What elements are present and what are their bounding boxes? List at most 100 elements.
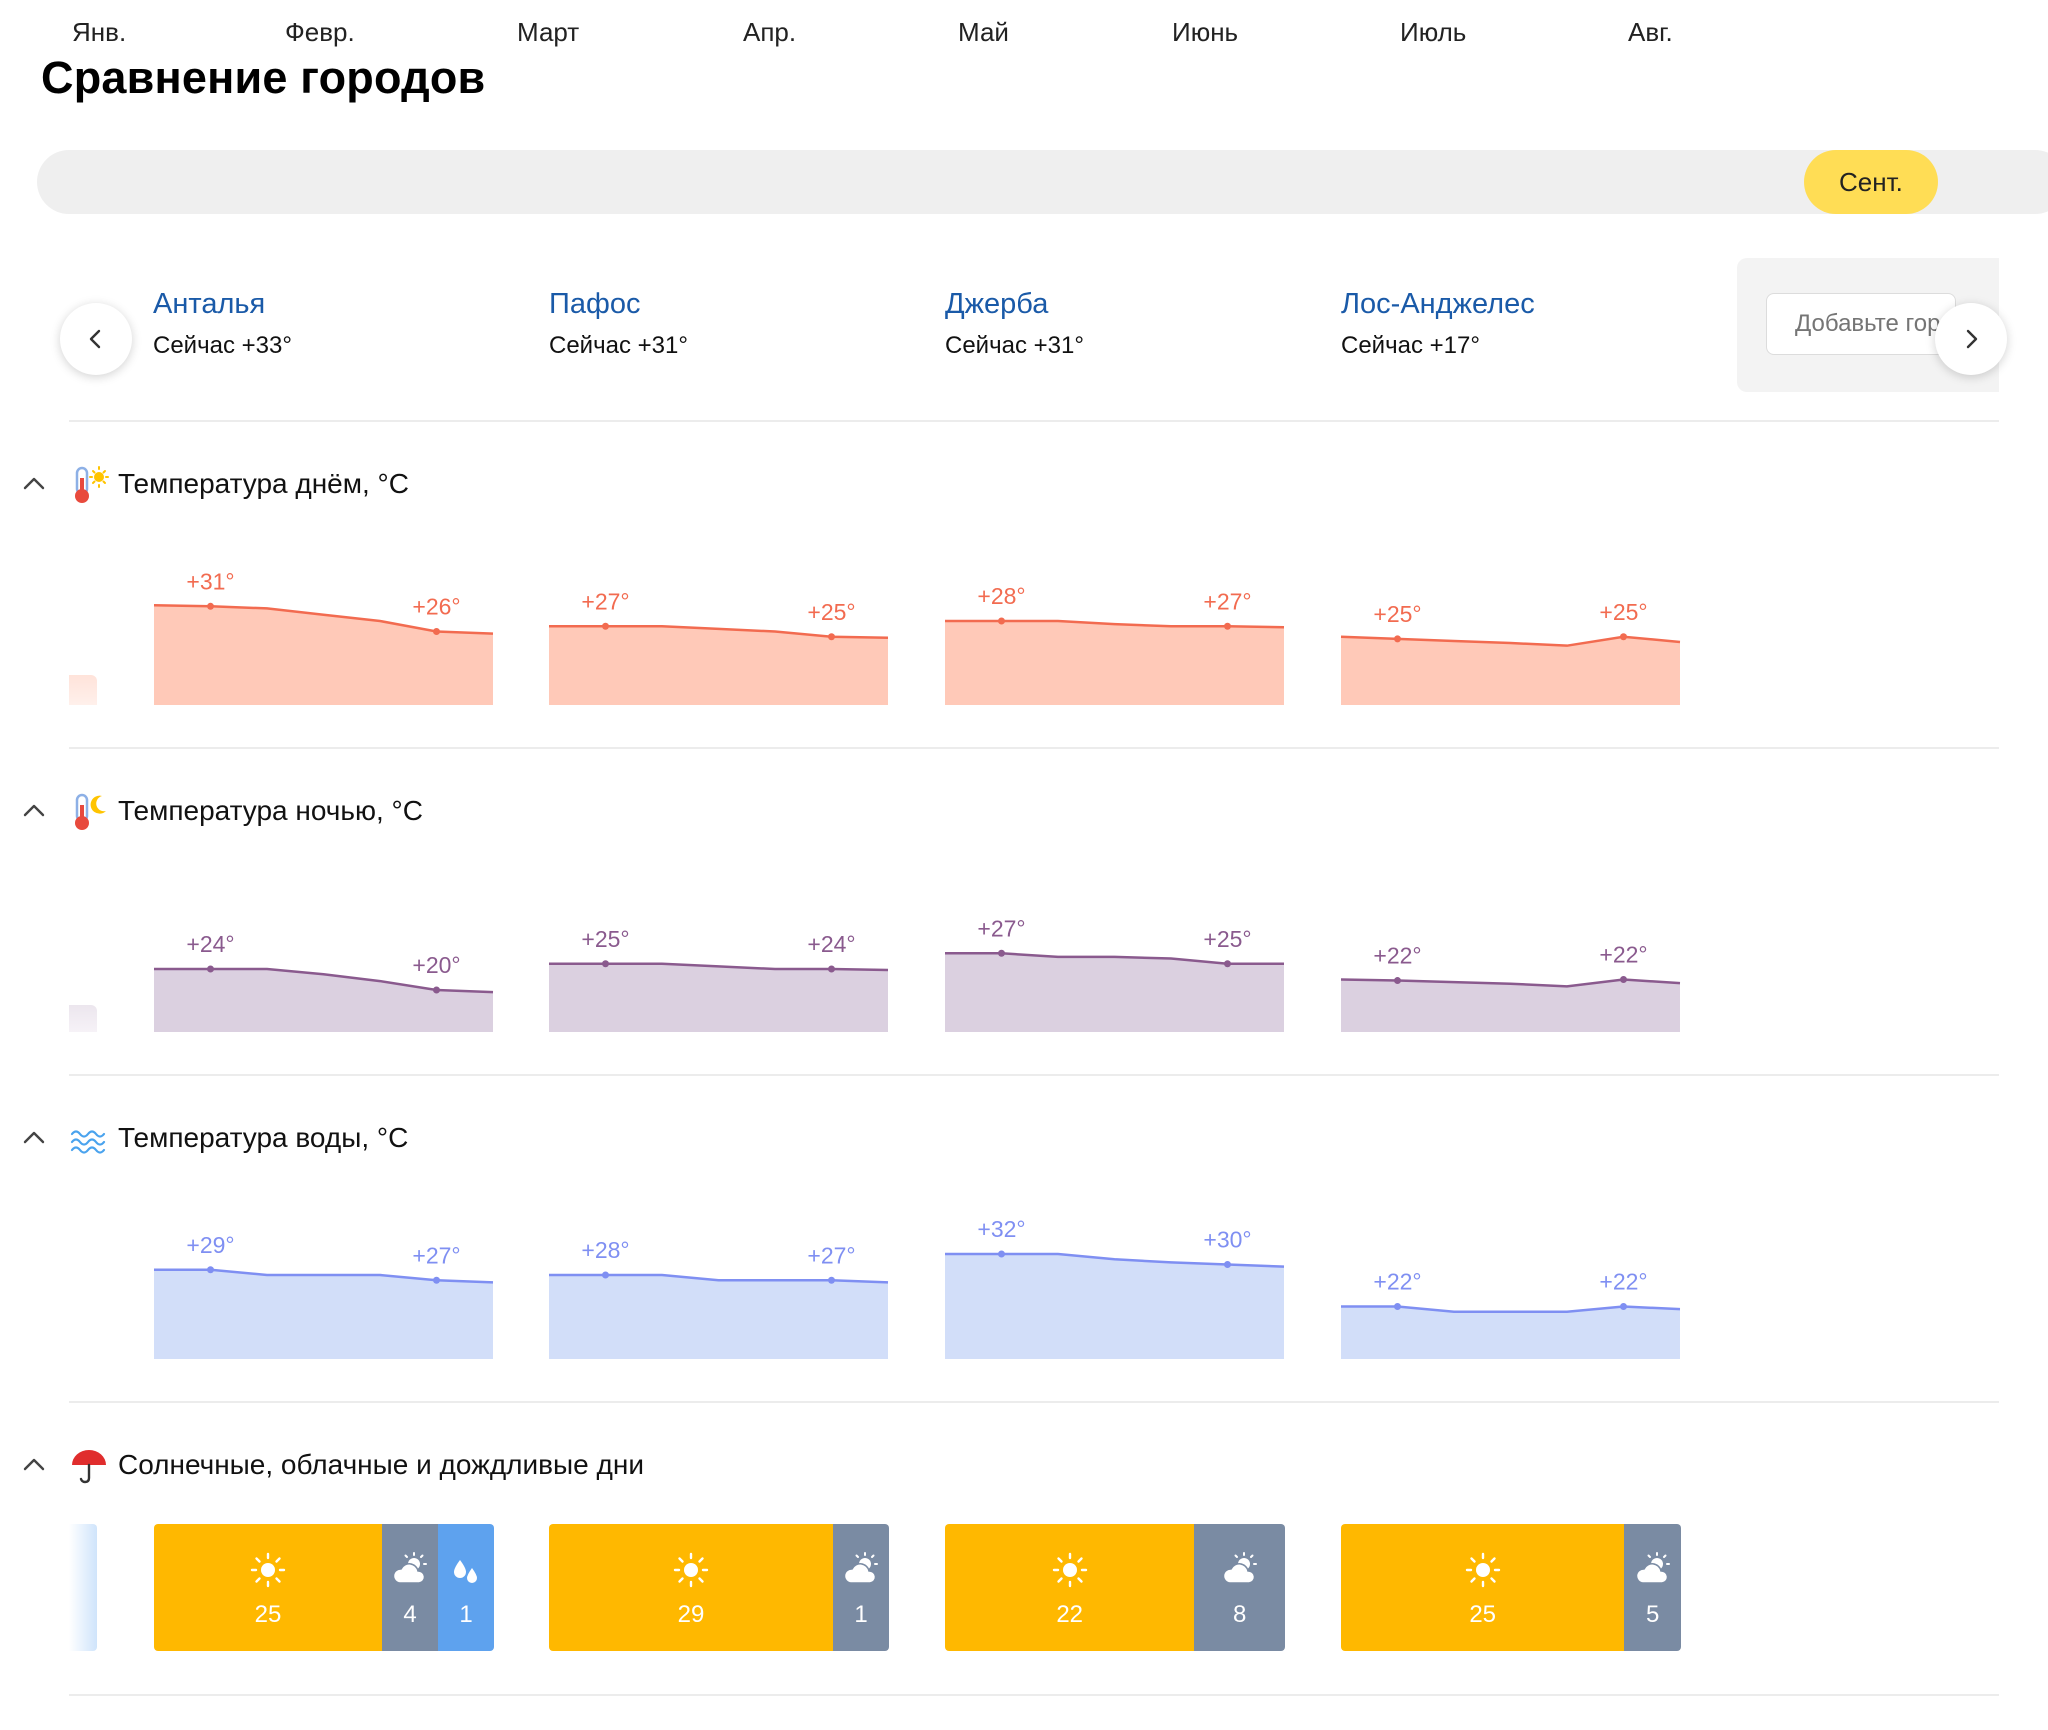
data-point (1394, 1303, 1401, 1310)
data-point (828, 965, 835, 973)
data-point (207, 965, 214, 973)
collapse-days-button[interactable] (20, 1451, 48, 1479)
section-title-water-temp: Температура воды, °C (118, 1122, 409, 1153)
data-label: +27° (977, 915, 1025, 941)
data-point (1224, 960, 1231, 968)
data-label: +27° (412, 1242, 460, 1268)
thermometer-sun-icon (75, 466, 109, 503)
cloudy-days-segment: 4 (382, 1524, 438, 1651)
collapse-water-temp-button[interactable] (20, 1124, 48, 1152)
sun-icon (1465, 1552, 1501, 1595)
prev-cities-button[interactable] (60, 303, 132, 375)
data-point (433, 628, 440, 635)
data-point (1394, 635, 1401, 643)
city-link-paphos[interactable]: Пафос (549, 288, 640, 321)
area-fill (1341, 636, 1680, 705)
cloud-sun-icon (1634, 1552, 1672, 1595)
city-link-antalya[interactable]: Анталья (153, 288, 265, 321)
divider (69, 420, 1999, 422)
month-tab-jul[interactable]: Июль (1400, 0, 1466, 64)
days-count: 25 (1469, 1601, 1497, 1628)
data-label: +25° (581, 926, 629, 952)
data-label: +24° (807, 931, 855, 957)
month-tab-jun[interactable]: Июнь (1172, 0, 1238, 64)
data-point (207, 1266, 214, 1274)
cloud-sun-icon (391, 1552, 429, 1595)
data-label: +25° (1203, 926, 1251, 952)
area-fill (549, 963, 888, 1032)
cloud-sun-icon (1221, 1552, 1259, 1595)
section-title-night-temp: Температура ночью, °C (118, 795, 423, 826)
data-label: +24° (186, 931, 234, 957)
sunny-days-segment: 29 (549, 1524, 833, 1651)
chevron-right-icon (1966, 329, 1978, 349)
data-label: +22° (1599, 942, 1647, 968)
data-label: +28° (977, 583, 1025, 609)
data-label: +27° (807, 1242, 855, 1268)
data-label: +25° (1599, 599, 1647, 625)
sun-icon (1052, 1552, 1088, 1595)
area-fill (154, 969, 493, 1032)
area-fill (154, 1269, 493, 1359)
days-count: 22 (1056, 1601, 1084, 1628)
city-link-djerba[interactable]: Джерба (945, 288, 1048, 321)
sun-icon (250, 1552, 286, 1595)
data-point (998, 1250, 1005, 1258)
days-count: 8 (1232, 1601, 1247, 1628)
city-link-los-angeles[interactable]: Лос-Анджелес (1341, 288, 1535, 321)
add-city-input[interactable] (1766, 293, 1956, 355)
days-count: 29 (677, 1601, 705, 1628)
data-label: +22° (1373, 943, 1421, 969)
next-cities-button[interactable] (1935, 303, 2007, 375)
month-tab-aug[interactable]: Авг. (1628, 0, 1673, 64)
days-count: 4 (403, 1601, 417, 1628)
month-tab-may[interactable]: Май (958, 0, 1009, 64)
data-point (998, 617, 1005, 625)
data-label: +25° (1373, 601, 1421, 627)
data-point (1620, 976, 1627, 983)
thermometer-moon-icon (75, 793, 106, 830)
data-label: +28° (581, 1237, 629, 1263)
data-point (207, 602, 214, 610)
collapse-day-temp-button[interactable] (20, 470, 48, 498)
month-tab-feb[interactable]: Февр. (285, 0, 355, 64)
divider (69, 1694, 1999, 1696)
month-selector (37, 150, 2048, 214)
area-fill (549, 1275, 888, 1359)
data-point (998, 949, 1005, 957)
data-point (602, 622, 609, 630)
data-label: +30° (1203, 1227, 1251, 1253)
cloudy-days-segment: 8 (1194, 1524, 1285, 1651)
divider (69, 747, 1999, 749)
data-label: +22° (1599, 1269, 1647, 1295)
cloudy-days-segment: 5 (1624, 1524, 1681, 1651)
water-temp-chart: +29° +27° +28° +27° +32° +30° +22° +22° (154, 1216, 1681, 1359)
month-tab-apr[interactable]: Апр. (743, 0, 796, 64)
days-count: 25 (254, 1601, 282, 1628)
area-fill (154, 605, 493, 705)
data-point (1620, 1303, 1627, 1310)
month-tab-sep[interactable]: Сент. (1804, 150, 1938, 214)
data-label: +27° (581, 588, 629, 614)
month-tab-jan[interactable]: Янв. (72, 0, 126, 64)
area-fill (945, 1254, 1284, 1359)
divider (69, 1074, 1999, 1076)
umbrella-icon (72, 1450, 106, 1484)
data-point (1224, 1261, 1231, 1268)
sunny-days-segment: 25 (154, 1524, 382, 1651)
area-fill (1341, 979, 1680, 1032)
rain-drops-icon (448, 1552, 484, 1595)
data-label: +27° (1203, 588, 1251, 614)
rainy-days-segment: 1 (438, 1524, 494, 1651)
data-point (1224, 622, 1231, 630)
data-label: +26° (412, 594, 460, 620)
collapse-night-temp-button[interactable] (20, 797, 48, 825)
data-point (433, 986, 440, 994)
divider (69, 1401, 1999, 1403)
month-tab-mar[interactable]: Март (517, 0, 579, 64)
data-label: +20° (412, 952, 460, 978)
data-point (602, 1271, 609, 1279)
cloud-sun-icon (842, 1552, 880, 1595)
days-stacked-bar: 25 5 (1341, 1524, 1681, 1651)
data-label: +22° (1373, 1269, 1421, 1295)
